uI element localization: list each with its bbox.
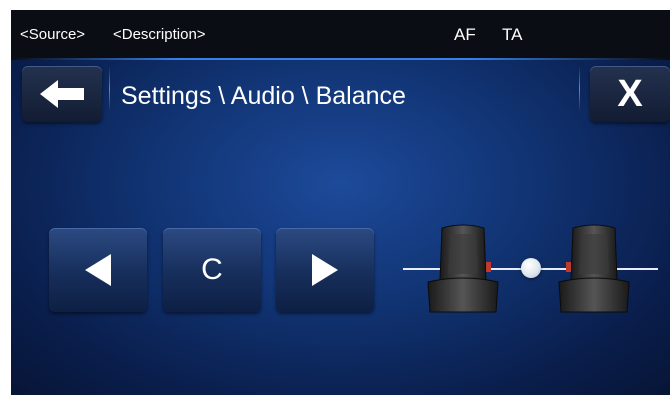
balance-left-button[interactable] xyxy=(49,228,147,312)
infotainment-screen: <Source> <Description> AF TA Settings \ … xyxy=(11,10,670,395)
balance-center-button[interactable]: C xyxy=(163,228,261,312)
af-indicator: AF xyxy=(454,25,476,44)
seat-left-icon xyxy=(427,224,499,313)
description-label: <Description> xyxy=(113,26,206,43)
triangle-right-icon xyxy=(312,254,338,286)
center-label: C xyxy=(201,253,223,286)
triangle-left-icon xyxy=(85,254,111,286)
header-separator-right xyxy=(579,66,580,112)
page-title: Settings \ Audio \ Balance xyxy=(121,82,406,110)
status-divider xyxy=(11,58,670,60)
seat-right-icon xyxy=(558,224,630,313)
balance-knob[interactable] xyxy=(520,258,541,278)
header-separator-left xyxy=(109,66,110,112)
status-bar: <Source> <Description> AF TA xyxy=(11,10,670,60)
balance-right-button[interactable] xyxy=(276,228,374,312)
back-button[interactable] xyxy=(22,66,102,122)
close-icon: X xyxy=(617,72,643,115)
source-label: <Source> xyxy=(20,26,86,43)
close-button[interactable]: X xyxy=(590,66,670,122)
ta-indicator: TA xyxy=(502,25,523,44)
arrow-left-icon xyxy=(40,80,84,108)
